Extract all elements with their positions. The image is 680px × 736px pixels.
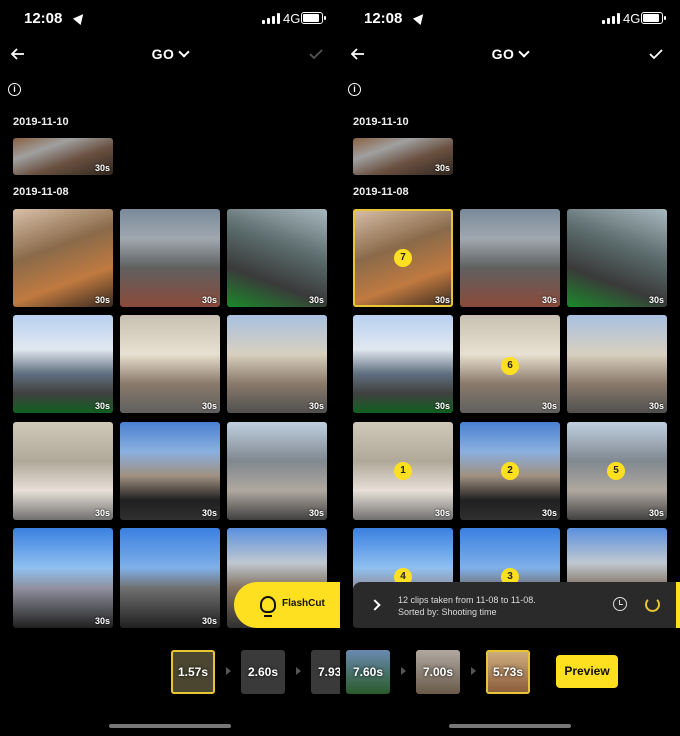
panel-edge (676, 582, 680, 628)
signal-icon (262, 13, 280, 24)
video-thumbnail[interactable]: 30s (13, 422, 113, 520)
clip-separator-icon (226, 667, 231, 675)
confirm-check-icon[interactable] (306, 44, 326, 64)
clip-duration: 7.00s (422, 665, 454, 679)
duration-label: 30s (201, 616, 217, 626)
confirm-check-icon[interactable] (646, 44, 666, 64)
album-title: GO (151, 46, 175, 62)
battery-icon (301, 12, 326, 24)
video-thumbnail[interactable]: 30s (120, 209, 220, 307)
video-thumbnail[interactable]: 30s (13, 209, 113, 307)
duration-label: 30s (648, 401, 664, 411)
duration-label: 30s (541, 295, 557, 305)
duration-label: 30s (308, 508, 324, 518)
clip-duration: 1.57s (177, 665, 209, 679)
clip-item-active[interactable]: 5.73s (486, 650, 530, 694)
video-thumbnail[interactable]: 30s (227, 209, 327, 307)
network-label: 4G (283, 11, 301, 26)
date-header: 2019-11-08 (353, 186, 409, 198)
duration-label: 30s (308, 401, 324, 411)
clip-item[interactable]: 7.60s (346, 650, 390, 694)
selection-order-badge: 5 (607, 462, 625, 480)
duration-label: 30s (201, 295, 217, 305)
chevron-down-icon (178, 46, 191, 58)
status-time: 12:08 (364, 10, 403, 27)
video-thumbnail[interactable]: 30s (353, 138, 453, 175)
preview-button[interactable]: Preview (556, 655, 618, 688)
signal-icon (602, 13, 620, 24)
network-label: 4G (623, 11, 641, 26)
battery-icon (641, 12, 666, 24)
duration-label: 30s (434, 401, 450, 411)
expand-chevron-icon[interactable] (369, 599, 381, 611)
duration-label: 30s (94, 616, 110, 626)
video-thumbnail[interactable]: 30s (567, 315, 667, 413)
selection-order-badge: 6 (501, 357, 519, 375)
clip-item[interactable]: 1.57s (171, 650, 215, 694)
video-thumbnail[interactable]: 30s (13, 315, 113, 413)
left-screen: 12:08 4G GO i 2019-11-10 30s 2019-11-08 … (0, 0, 340, 736)
clock-icon[interactable] (613, 597, 627, 611)
date-header: 2019-11-10 (13, 116, 69, 128)
duration-label: 30s (94, 401, 110, 411)
duration-label: 30s (94, 508, 110, 518)
video-thumbnail[interactable]: 30s (13, 138, 113, 175)
duration-label: 30s (201, 508, 217, 518)
selection-order-badge: 1 (394, 462, 412, 480)
video-thumbnail[interactable]: 30s (567, 209, 667, 307)
duration-label: 30s (541, 401, 557, 411)
video-thumbnail[interactable]: 30s (13, 528, 113, 628)
refresh-icon[interactable] (645, 597, 660, 612)
date-header: 2019-11-08 (13, 186, 69, 198)
chevron-down-icon (518, 46, 531, 58)
duration-label: 30s (648, 508, 664, 518)
duration-label: 30s (434, 508, 450, 518)
video-thumbnail[interactable]: 30s (227, 315, 327, 413)
home-indicator (109, 724, 231, 728)
panel-sort: Sorted by: Shooting time (398, 607, 497, 617)
duration-label: 30s (434, 163, 450, 173)
duration-label: 30s (94, 163, 110, 173)
status-time: 12:08 (24, 10, 63, 27)
clip-separator-icon (296, 667, 301, 675)
album-title-dropdown[interactable]: GO (0, 46, 340, 62)
album-title: GO (491, 46, 515, 62)
duration-label: 30s (434, 295, 450, 305)
date-header: 2019-11-10 (353, 116, 409, 128)
lightbulb-icon (260, 596, 276, 617)
info-icon[interactable]: i (348, 83, 361, 96)
clip-duration: 7.60s (352, 665, 384, 679)
clip-duration: 5.73s (492, 665, 524, 679)
duration-label: 30s (308, 295, 324, 305)
flashcut-label: FlashCut (282, 598, 325, 609)
clip-separator-icon (401, 667, 406, 675)
panel-summary: 12 clips taken from 11-08 to 11-08. (398, 595, 536, 605)
video-thumbnail[interactable]: 30s (353, 315, 453, 413)
album-title-dropdown[interactable]: GO (340, 46, 680, 62)
flashcut-button[interactable]: FlashCut (234, 582, 340, 628)
clip-item[interactable]: 2.60s (241, 650, 285, 694)
selection-order-badge: 7 (394, 249, 412, 267)
selection-info-panel: 12 clips taken from 11-08 to 11-08. Sort… (353, 582, 680, 628)
video-thumbnail[interactable]: 30s (460, 209, 560, 307)
clip-item[interactable]: 7.93s (311, 650, 340, 694)
duration-label: 30s (201, 401, 217, 411)
video-thumbnail[interactable]: 30s (120, 528, 220, 628)
duration-label: 30s (541, 508, 557, 518)
info-icon[interactable]: i (8, 83, 21, 96)
duration-label: 30s (648, 295, 664, 305)
clip-separator-icon (471, 667, 476, 675)
video-thumbnail[interactable]: 30s (120, 315, 220, 413)
video-thumbnail[interactable]: 30s (227, 422, 327, 520)
home-indicator (449, 724, 571, 728)
duration-label: 30s (94, 295, 110, 305)
location-icon (72, 10, 88, 26)
location-icon (412, 10, 428, 26)
clip-duration: 7.93s (317, 665, 340, 679)
selection-order-badge: 2 (501, 462, 519, 480)
clip-item[interactable]: 7.00s (416, 650, 460, 694)
video-thumbnail[interactable]: 30s (120, 422, 220, 520)
clip-duration: 2.60s (247, 665, 279, 679)
